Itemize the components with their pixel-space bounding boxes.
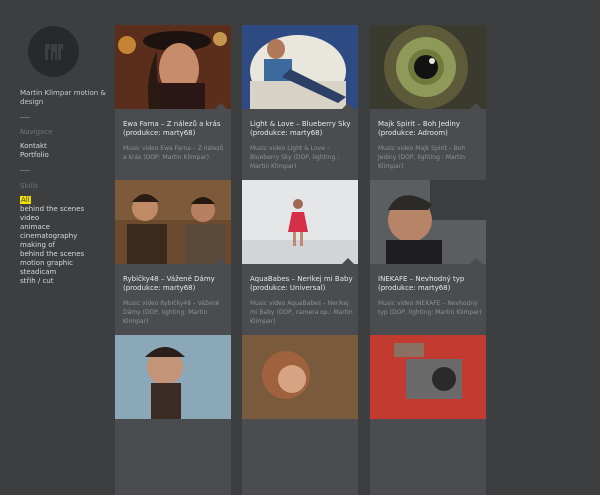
card-title: Rybičky48 – Vážené Dámy (produkce: marty… (123, 275, 215, 292)
portfolio-card[interactable]: Majk Spirit – Boh Jediny (produkce: Adro… (370, 25, 486, 185)
thumbnail-image (115, 335, 231, 419)
card-description: Music video Ewa Farna – Z nálezů a krás … (123, 145, 224, 161)
portfolio-card[interactable] (115, 335, 231, 495)
card-title: INEKAFE – Nevhodný typ (produkce: marty6… (378, 275, 465, 292)
portfolio-grid: Ewa Farna – Z nálezů a krás (produkce: m… (0, 0, 600, 495)
card-title: Ewa Farna – Z nálezů a krás (produkce: m… (123, 120, 221, 137)
notch (470, 258, 482, 264)
portfolio-card[interactable]: INEKAFE – Nevhodný typ (produkce: marty6… (370, 180, 486, 340)
thumbnail-image (115, 25, 231, 109)
card-title: Majk Spirit – Boh Jediny (produkce: Adro… (378, 120, 460, 137)
notch (215, 103, 227, 109)
portfolio-card[interactable] (370, 335, 486, 495)
thumbnail-image (370, 180, 486, 264)
notch (470, 103, 482, 109)
portfolio-card[interactable]: Ewa Farna – Z nálezů a krás (produkce: m… (115, 25, 231, 185)
thumbnail-image (370, 335, 486, 419)
notch (342, 258, 354, 264)
card-description: Music video INEKAFE – Nevhodný typ (DOP,… (378, 300, 482, 316)
notch (215, 258, 227, 264)
card-title: Light & Love – Blueberry Sky (produkce: … (250, 120, 351, 137)
thumbnail-image (370, 25, 486, 109)
thumbnail-image (242, 25, 358, 109)
thumbnail-image (242, 335, 358, 419)
portfolio-card[interactable] (242, 335, 358, 495)
card-description: Music video Light & Love – Blueberry Sky… (250, 145, 340, 170)
card-description: Music video AquaBabes – Nerikej mi Baby … (250, 300, 353, 325)
notch (342, 103, 354, 109)
portfolio-card[interactable]: Light & Love – Blueberry Sky (produkce: … (242, 25, 358, 185)
portfolio-card[interactable]: Rybičky48 – Vážené Dámy (produkce: marty… (115, 180, 231, 340)
thumbnail-image (115, 180, 231, 264)
thumbnail-image (242, 180, 358, 264)
card-description: Music video Rybičky48 – Vážené Dámy (DOP… (123, 300, 220, 325)
card-description: Music video Majk Spirit – Boh Jediny (DO… (378, 145, 466, 170)
portfolio-card[interactable]: AquaBabes – Nerikej mi Baby (produkce: U… (242, 180, 358, 340)
card-title: AquaBabes – Nerikej mi Baby (produkce: U… (250, 275, 353, 292)
